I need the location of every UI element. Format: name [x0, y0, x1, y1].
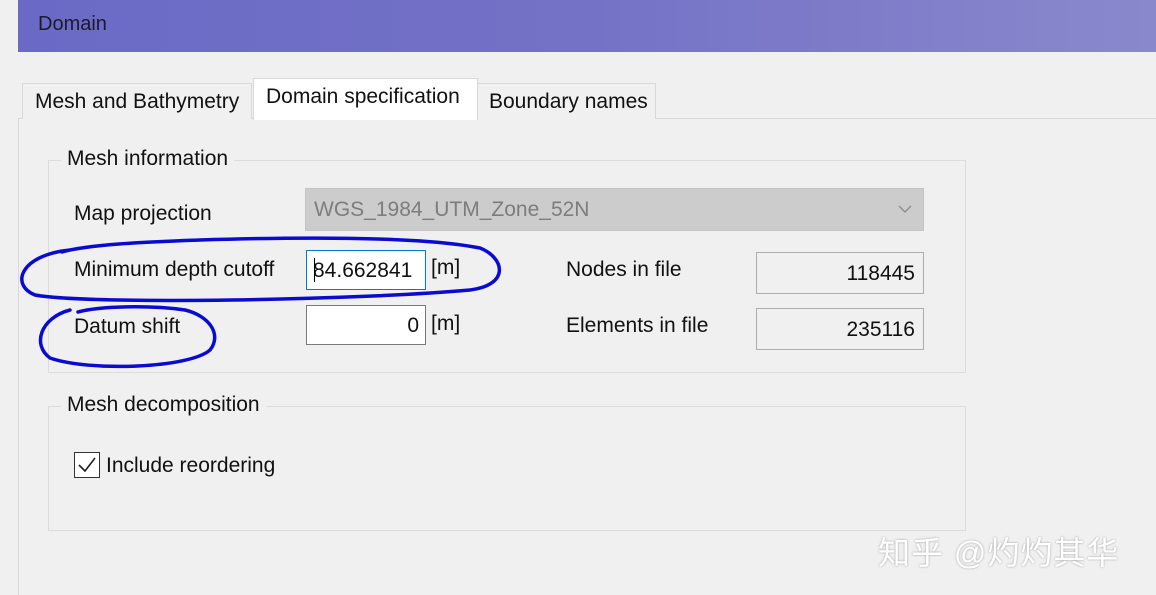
title-bar[interactable]: Domain — [18, 0, 1156, 52]
tab-boundary-names[interactable]: Boundary names — [476, 83, 656, 119]
include-reordering-checkbox[interactable] — [74, 452, 100, 478]
chevron-down-icon — [898, 205, 912, 213]
window-title: Domain — [38, 13, 107, 35]
watermark: 知乎 @灼灼其华 — [878, 535, 1120, 571]
map-projection-label: Map projection — [74, 202, 212, 225]
minimum-depth-cutoff-unit: [m] — [431, 256, 461, 279]
nodes-in-file-field: 118445 — [756, 252, 924, 294]
domain-dialog: Domain Mesh and Bathymetry Boundary name… — [0, 0, 1156, 595]
datum-shift-label: Datum shift — [74, 315, 181, 338]
map-projection-value: WGS_1984_UTM_Zone_52N — [314, 198, 590, 221]
nodes-in-file-value: 118445 — [846, 262, 915, 285]
tab-mesh-and-bathymetry[interactable]: Mesh and Bathymetry — [22, 83, 252, 119]
minimum-depth-cutoff-value: 84.662841 — [313, 259, 413, 282]
nodes-in-file-label: Nodes in file — [566, 258, 682, 281]
mesh-information-title: Mesh information — [61, 147, 235, 171]
include-reordering-label: Include reordering — [106, 454, 276, 477]
text-caret — [314, 258, 315, 282]
elements-in-file-label: Elements in file — [566, 314, 709, 337]
minimum-depth-cutoff-input[interactable]: 84.662841 — [306, 250, 426, 290]
elements-in-file-field: 235116 — [756, 308, 924, 350]
datum-shift-value: 0 — [407, 314, 419, 337]
tab-domain-specification[interactable]: Domain specification — [253, 78, 478, 120]
datum-shift-unit: [m] — [431, 312, 461, 335]
datum-shift-input[interactable]: 0 — [306, 305, 426, 345]
checkmark-icon — [78, 457, 96, 473]
map-projection-select[interactable]: WGS_1984_UTM_Zone_52N — [305, 188, 924, 231]
elements-in-file-value: 235116 — [846, 318, 915, 341]
minimum-depth-cutoff-label: Minimum depth cutoff — [74, 258, 275, 281]
mesh-decomposition-title: Mesh decomposition — [61, 393, 266, 417]
